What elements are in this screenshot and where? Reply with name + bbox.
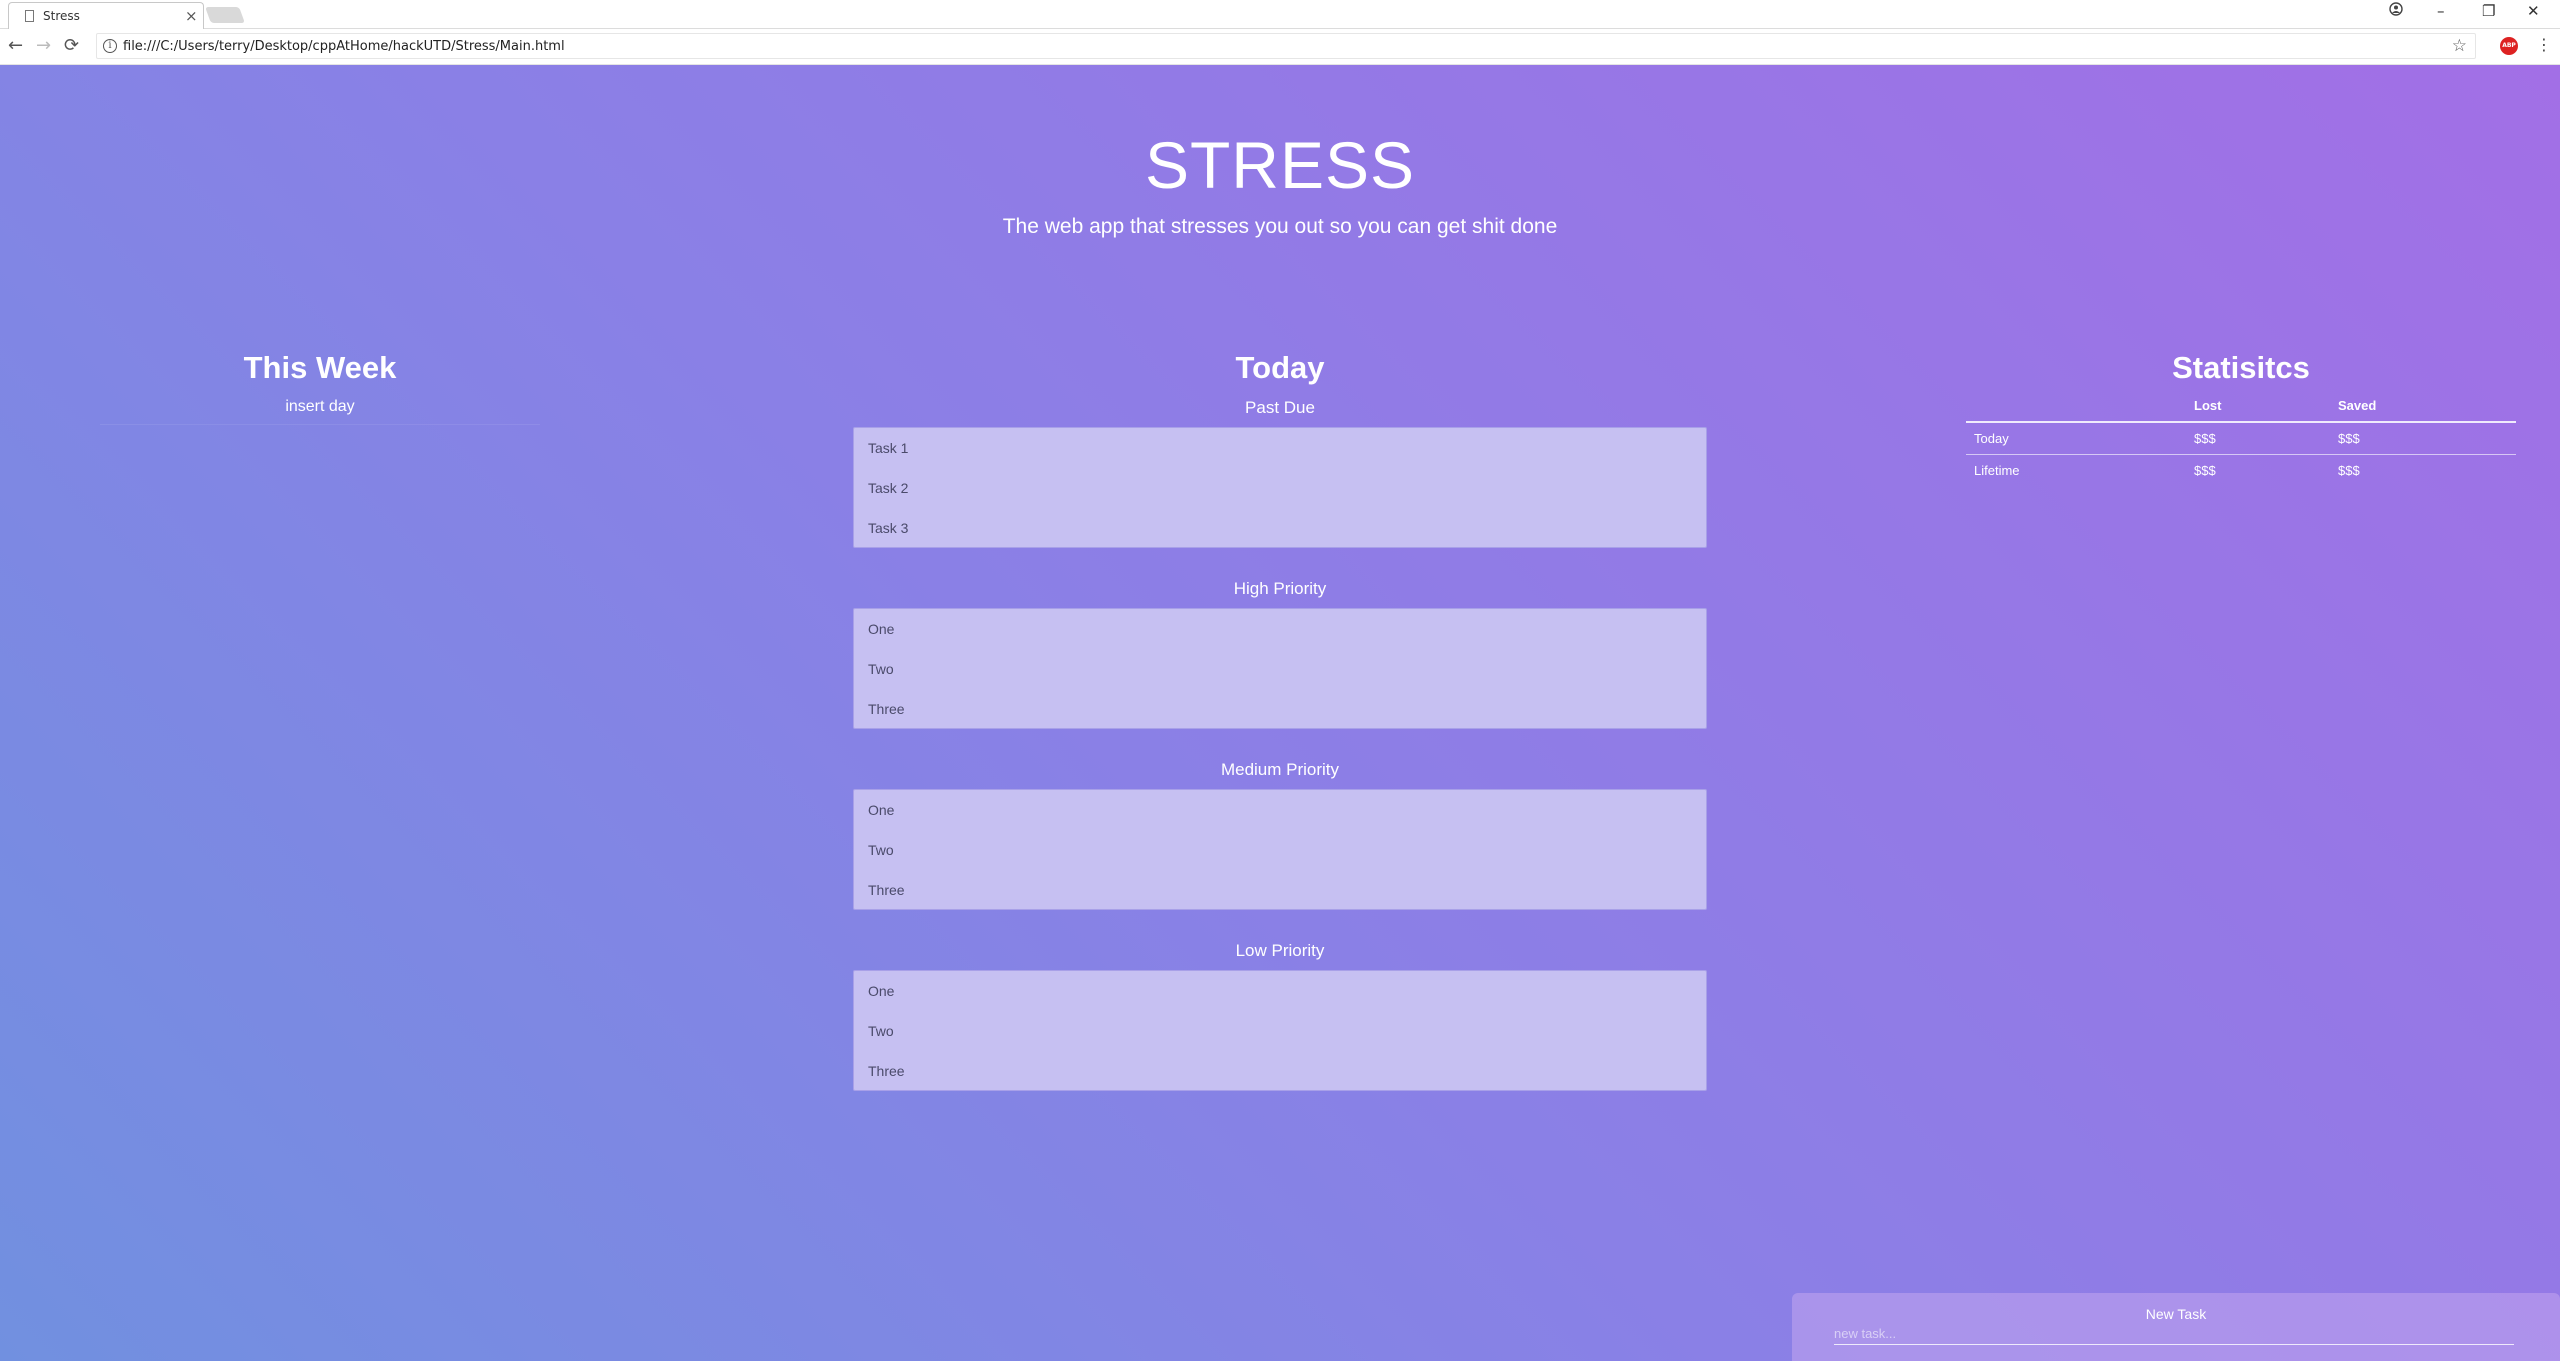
table-row: Today $$$ $$$: [1966, 422, 2516, 455]
browser-toolbar: ← → ⟳ i file:///C:/Users/terry/Desktop/c…: [0, 29, 2560, 65]
info-icon[interactable]: i: [103, 39, 117, 53]
saved-value: $$$: [2330, 422, 2516, 455]
adblock-icon[interactable]: ABP: [2500, 37, 2518, 55]
week-day-item[interactable]: insert day: [100, 398, 540, 425]
statistics-table: Lost Saved Today $$$ $$$ Lifetime $$$ $$…: [1966, 398, 2516, 486]
past-due-group: Past Due Task 1 Task 2 Task 3: [853, 398, 1707, 548]
new-tab-button[interactable]: [205, 7, 245, 23]
group-label: Medium Priority: [1220, 760, 1340, 779]
tab-title: Stress: [43, 9, 80, 23]
task-item[interactable]: One: [868, 615, 1692, 655]
task-item[interactable]: Task 2: [868, 474, 1692, 514]
task-item[interactable]: One: [868, 977, 1692, 1017]
task-list: One Two Three: [853, 970, 1707, 1091]
this-week-column: This Week insert day: [100, 350, 540, 425]
row-label: Today: [1966, 422, 2186, 455]
restore-button[interactable]: ❐: [2482, 2, 2495, 20]
task-item[interactable]: One: [868, 796, 1692, 836]
task-list: Task 1 Task 2 Task 3: [853, 427, 1707, 548]
minimize-button[interactable]: –: [2437, 2, 2445, 20]
task-list: One Two Three: [853, 789, 1707, 910]
app-title: STRESS: [1144, 128, 1416, 202]
task-item[interactable]: Three: [868, 1057, 1692, 1085]
task-item[interactable]: Two: [868, 836, 1692, 876]
tab-close-icon[interactable]: ×: [185, 7, 198, 25]
table-row: Lifetime $$$ $$$: [1966, 455, 2516, 487]
column-header-saved: Saved: [2330, 398, 2516, 423]
url-text[interactable]: file:///C:/Users/terry/Desktop/cppAtHome…: [123, 39, 565, 54]
task-item[interactable]: Three: [868, 876, 1692, 904]
group-label: Low Priority: [1235, 941, 1325, 960]
low-priority-group: Low Priority One Two Three: [853, 941, 1707, 1091]
table-header-row: Lost Saved: [1966, 398, 2516, 423]
lost-value: $$$: [2186, 422, 2330, 455]
task-item[interactable]: Task 1: [868, 434, 1692, 474]
new-task-title: New Task: [2145, 1306, 2207, 1322]
today-heading: Today: [1235, 350, 1325, 385]
app-tagline: The web app that stresses you out so you…: [1002, 215, 1558, 238]
new-task-panel: New Task: [1792, 1293, 2560, 1361]
back-button[interactable]: ←: [8, 35, 23, 56]
bookmark-star-icon[interactable]: ☆: [2452, 36, 2467, 56]
task-item[interactable]: Two: [868, 655, 1692, 695]
task-item[interactable]: Task 3: [868, 514, 1692, 542]
lost-value: $$$: [2194, 463, 2216, 478]
group-label: High Priority: [1233, 579, 1327, 598]
browser-tabstrip: Stress × – ❐ ✕: [0, 0, 2560, 29]
row-label: Lifetime: [1974, 463, 2020, 478]
today-column: Today Past Due Task 1 Task 2 Task 3 High…: [853, 350, 1707, 1091]
browser-menu-icon[interactable]: ⋮: [2536, 35, 2552, 54]
account-icon[interactable]: [2389, 2, 2403, 20]
task-item[interactable]: Two: [868, 1017, 1692, 1057]
group-label: Past Due: [1245, 398, 1315, 417]
this-week-heading: This Week: [243, 350, 397, 385]
address-bar[interactable]: i file:///C:/Users/terry/Desktop/cppAtHo…: [96, 33, 2476, 59]
browser-tab[interactable]: Stress ×: [8, 2, 204, 29]
document-icon: [25, 10, 34, 22]
close-window-button[interactable]: ✕: [2527, 2, 2540, 20]
reload-button[interactable]: ⟳: [64, 35, 79, 56]
forward-button[interactable]: →: [36, 35, 51, 56]
column-header-lost: Lost: [2186, 398, 2330, 423]
page-content: STRESS The web app that stresses you out…: [0, 65, 2560, 1361]
new-task-input[interactable]: [1834, 1323, 2514, 1345]
medium-priority-group: Medium Priority One Two Three: [853, 760, 1707, 910]
task-list: One Two Three: [853, 608, 1707, 729]
statistics-column: Statisitcs Lost Saved Today $$$ $$$ Life…: [1966, 350, 2516, 486]
task-item[interactable]: Three: [868, 695, 1692, 723]
column-header: [1966, 398, 2186, 423]
saved-value: $$$: [2338, 463, 2360, 478]
statistics-heading: Statisitcs: [2172, 350, 2310, 385]
high-priority-group: High Priority One Two Three: [853, 579, 1707, 729]
